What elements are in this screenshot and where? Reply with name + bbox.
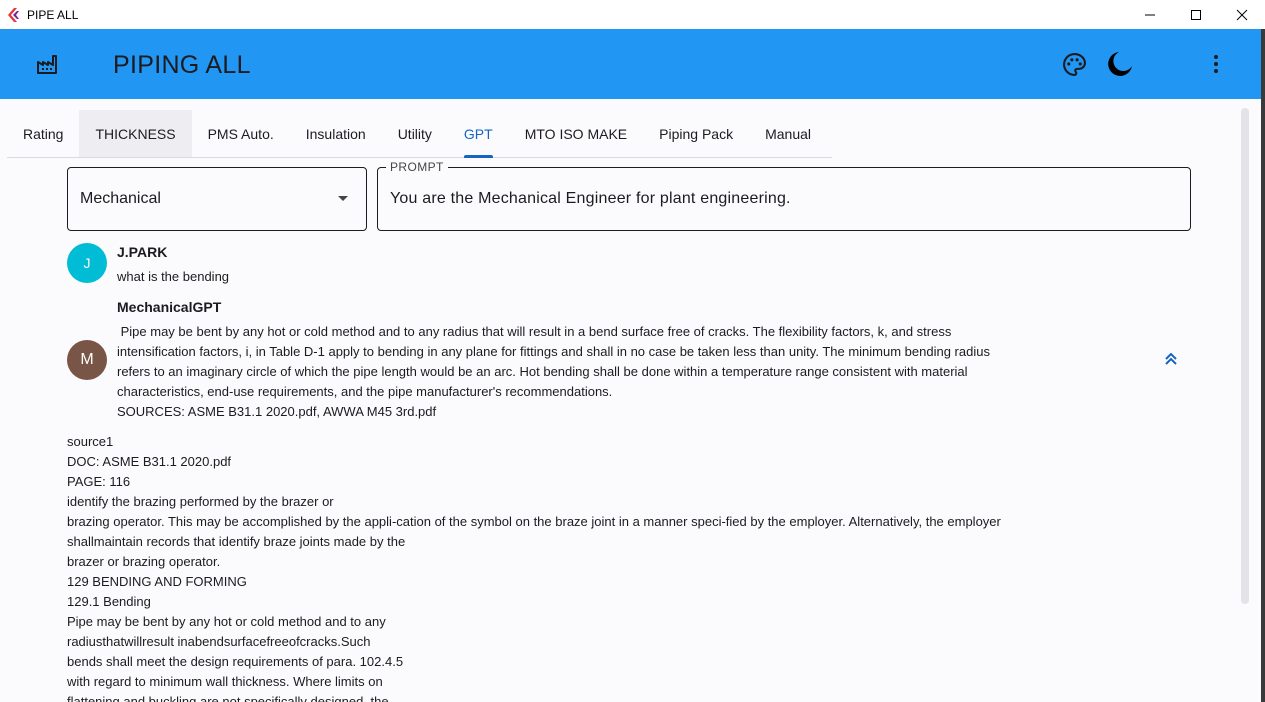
tab-mto-iso-make[interactable]: MTO ISO MAKE xyxy=(509,110,643,157)
source-line: bends shall meet the design requirements… xyxy=(67,654,404,669)
more-vert-icon[interactable] xyxy=(1204,52,1228,76)
answer-line: characteristics, end-use requirements, a… xyxy=(117,384,613,399)
tab-piping-pack[interactable]: Piping Pack xyxy=(643,110,749,157)
moon-icon[interactable] xyxy=(1106,50,1134,78)
source-line: source1 xyxy=(67,434,114,449)
app-bar: PIPING ALL xyxy=(0,29,1261,99)
app-title: PIPING ALL xyxy=(113,51,251,79)
source-detail: source1 DOC: ASME B31.1 2020.pdf PAGE: 1… xyxy=(67,432,1177,702)
window-edge xyxy=(1261,29,1265,702)
tab-insulation[interactable]: Insulation xyxy=(290,110,382,157)
collapse-icon[interactable] xyxy=(1162,350,1180,368)
factory-icon[interactable] xyxy=(36,53,58,75)
source-line: radiusthatwillresult inabendsurfacefreeo… xyxy=(67,634,371,649)
close-button[interactable] xyxy=(1219,0,1265,29)
app-logo-icon xyxy=(8,7,19,22)
source-line: brazing operator. This may be accomplish… xyxy=(67,514,1001,529)
source-line: shallmaintain records that identify braz… xyxy=(67,534,406,549)
role-select-value: Mechanical xyxy=(80,190,161,207)
source-line: DOC: ASME B31.1 2020.pdf xyxy=(67,454,232,469)
dropdown-arrow-icon xyxy=(338,196,348,201)
source-line: identify the brazing performed by the br… xyxy=(67,494,334,509)
tab-pms-auto[interactable]: PMS Auto. xyxy=(192,110,290,157)
bot-name: MechanicalGPT xyxy=(117,299,222,315)
source-line: 129 BENDING AND FORMING xyxy=(67,574,247,589)
window-title: PIPE ALL xyxy=(27,7,79,22)
source-line: Pipe may be bent by any hot or cold meth… xyxy=(67,614,386,629)
bot-avatar: M xyxy=(67,340,107,380)
window-titlebar: PIPE ALL xyxy=(0,0,1265,29)
answer-line: intensification factors, i, in Table D-1… xyxy=(117,344,990,359)
tab-gpt[interactable]: GPT xyxy=(448,110,509,158)
user-avatar: J xyxy=(67,243,107,283)
minimize-icon xyxy=(1145,14,1155,15)
palette-icon[interactable] xyxy=(1062,52,1087,77)
tab-manual[interactable]: Manual xyxy=(749,110,827,157)
tab-utility[interactable]: Utility xyxy=(382,110,448,157)
role-select[interactable]: Mechanical xyxy=(67,167,367,231)
scrollbar[interactable] xyxy=(1241,108,1249,604)
tab-bar: Rating THICKNESS PMS Auto. Insulation Ut… xyxy=(7,110,832,158)
answer-line: Pipe may be bent by any hot or cold meth… xyxy=(117,324,952,339)
prompt-field[interactable]: PROMPT You are the Mechanical Engineer f… xyxy=(377,160,1191,231)
user-message: what is the bending xyxy=(117,269,230,284)
maximize-button[interactable] xyxy=(1173,0,1219,29)
prompt-label: PROMPT xyxy=(386,160,448,174)
answer-line: refers to an imaginary circle of which t… xyxy=(117,364,968,379)
source-line: with regard to minimum wall thickness. W… xyxy=(67,674,383,689)
answer-sources: SOURCES: ASME B31.1 2020.pdf, AWWA M45 3… xyxy=(117,404,437,419)
bot-answer: Pipe may be bent by any hot or cold meth… xyxy=(117,322,1127,422)
maximize-icon xyxy=(1191,9,1201,20)
source-line: PAGE: 116 xyxy=(67,474,131,489)
close-icon xyxy=(1236,9,1248,20)
prompt-value[interactable]: You are the Mechanical Engineer for plan… xyxy=(390,190,791,208)
tab-thickness[interactable]: THICKNESS xyxy=(79,110,192,157)
minimize-button[interactable] xyxy=(1127,0,1173,29)
tab-rating[interactable]: Rating xyxy=(7,110,79,157)
source-line: flattening and buckling are not specific… xyxy=(67,694,389,702)
user-name: J.PARK xyxy=(117,244,168,260)
source-line: brazer or brazing operator. xyxy=(67,554,221,569)
source-line: 129.1 Bending xyxy=(67,594,151,609)
